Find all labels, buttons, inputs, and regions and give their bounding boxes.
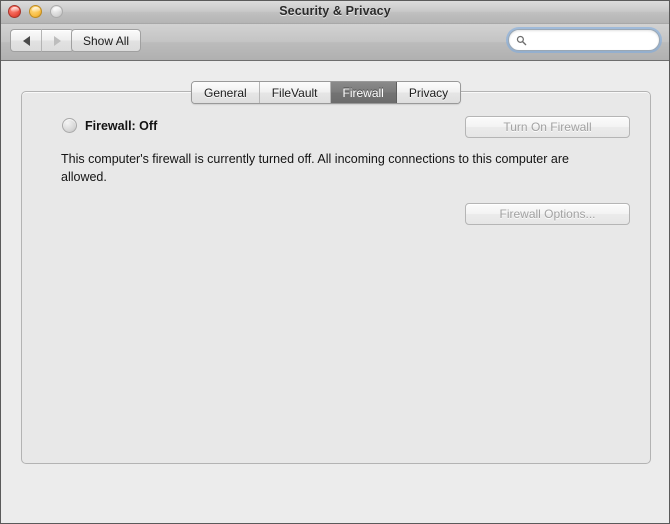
triangle-left-icon <box>22 35 30 46</box>
triangle-right-icon <box>54 35 61 46</box>
search-input[interactable] <box>531 33 649 47</box>
firewall-status-row: Firewall: Off <box>62 118 157 133</box>
status-dot-off-icon <box>62 118 77 133</box>
tab-general[interactable]: General <box>192 82 260 103</box>
tab-firewall[interactable]: Firewall <box>330 82 397 103</box>
show-all-label: Show All <box>83 33 130 48</box>
turn-on-firewall-button[interactable]: Turn On Firewall <box>465 116 630 138</box>
tab-privacy[interactable]: Privacy <box>396 82 461 103</box>
firewall-options-button[interactable]: Firewall Options... <box>465 203 630 225</box>
security-privacy-window: Security & Privacy Show All General File… <box>0 0 670 524</box>
tab-privacy-label: Privacy <box>408 85 449 100</box>
window-titlebar: Security & Privacy <box>1 1 669 24</box>
firewall-description: This computer's firewall is currently tu… <box>61 152 569 184</box>
toolbar: Show All <box>1 24 669 61</box>
tab-bar: General FileVault Firewall Privacy <box>191 81 462 104</box>
firewall-content-panel: Firewall: Off Turn On Firewall This comp… <box>21 91 651 464</box>
search-field[interactable] <box>508 29 660 51</box>
forward-button[interactable] <box>42 29 74 52</box>
search-icon <box>516 35 527 45</box>
turn-on-firewall-label: Turn On Firewall <box>503 120 592 134</box>
tab-filevault-label: FileVault <box>271 85 318 100</box>
firewall-status-label: Firewall: Off <box>85 118 158 133</box>
tab-firewall-label: Firewall <box>342 85 384 100</box>
tab-general-label: General <box>204 85 247 100</box>
back-button[interactable] <box>10 29 42 52</box>
window-title: Security & Privacy <box>279 4 391 18</box>
preference-pane: General FileVault Firewall Privacy Firew… <box>1 61 669 523</box>
show-all-button[interactable]: Show All <box>71 29 142 52</box>
tab-filevault[interactable]: FileVault <box>259 82 331 103</box>
navigation-buttons <box>10 29 74 52</box>
firewall-options-label: Firewall Options... <box>499 207 596 221</box>
